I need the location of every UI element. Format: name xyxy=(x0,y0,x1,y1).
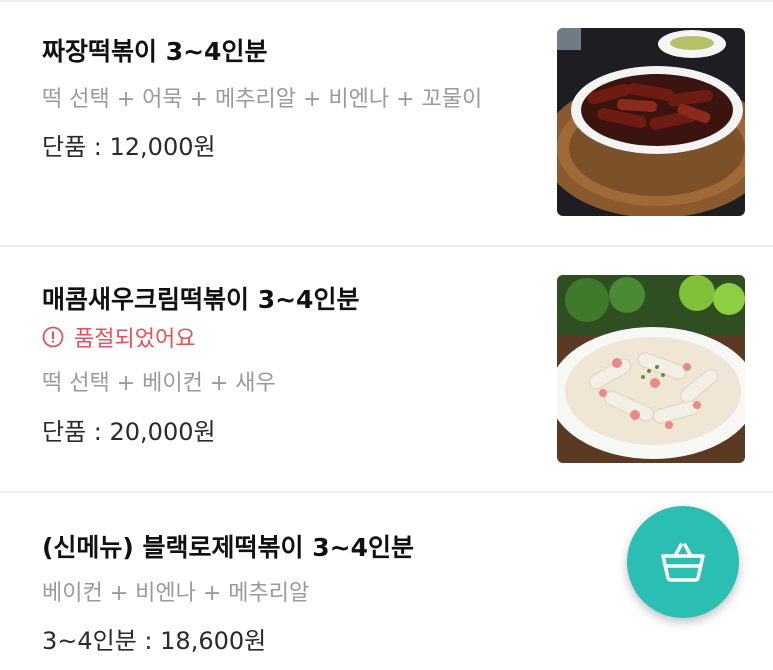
menu-item-options: 떡 선택 + 베이컨 + 새우 xyxy=(42,371,276,396)
menu-item-image[interactable] xyxy=(557,275,745,463)
shrimp-cream-tteokbokki-photo xyxy=(557,275,745,463)
menu-item-options: 떡 선택 + 어묵 + 메추리알 + 비엔나 + 꼬물이 xyxy=(42,87,483,112)
menu-item-title: 매콤새우크림떡볶이 3~4인분 xyxy=(42,285,360,314)
jjajang-tteokbokki-photo xyxy=(557,28,745,216)
menu-item-price: 단품 : 20,000원 xyxy=(42,418,216,446)
menu-item-title: (신메뉴) 블랙로제떡볶이 3~4인분 xyxy=(42,533,414,562)
menu-item-title: 짜장떡볶이 3~4인분 xyxy=(42,37,268,66)
menu-item-price: 3~4인분 : 18,600원 xyxy=(42,627,267,655)
menu-item-image[interactable] xyxy=(557,28,745,216)
basket-icon xyxy=(661,543,705,582)
soldout-text: 품절되었어요 xyxy=(74,327,196,352)
menu-item-price: 단품 : 12,000원 xyxy=(42,133,216,161)
soldout-badge: 품절되었어요 xyxy=(42,321,195,353)
cart-button[interactable] xyxy=(627,506,739,618)
menu-item-shrimp-cream[interactable]: 매콤새우크림떡볶이 3~4인분 품절되었어요 떡 선택 + 베이컨 + 새우 단… xyxy=(0,247,773,493)
menu-item-options: 베이컨 + 비엔나 + 메추리알 xyxy=(42,581,310,606)
menu-list: 짜장떡볶이 3~4인분 떡 선택 + 어묵 + 메추리알 + 비엔나 + 꼬물이… xyxy=(0,0,773,670)
menu-item-jjajang[interactable]: 짜장떡볶이 3~4인분 떡 선택 + 어묵 + 메추리알 + 비엔나 + 꼬물이… xyxy=(0,0,773,247)
alert-icon xyxy=(42,326,64,348)
